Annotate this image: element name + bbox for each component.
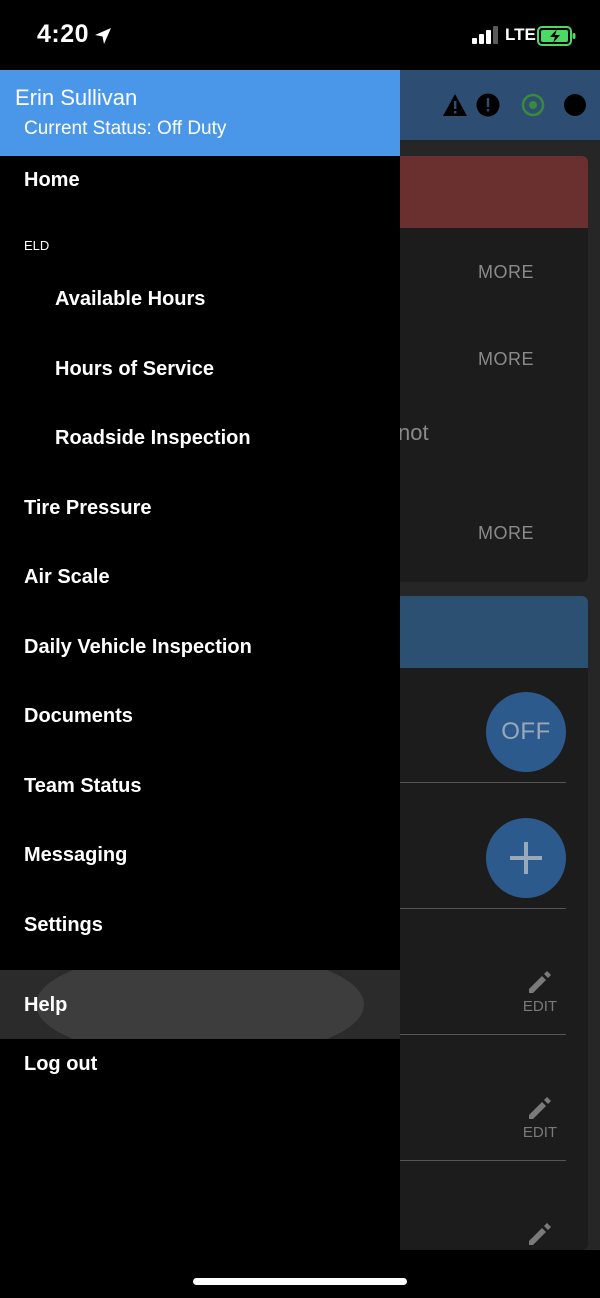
more-link[interactable]: MORE xyxy=(478,523,534,544)
menu-item-label: Messaging xyxy=(24,843,128,866)
pencil-icon xyxy=(529,971,551,993)
menu-item-roadside-inspection[interactable]: Roadside Inspection xyxy=(0,403,400,472)
menu-item-label: Settings xyxy=(24,913,103,936)
menu-item-label: Home xyxy=(24,168,80,191)
background-card-red-header xyxy=(390,156,588,228)
menu-item-available-hours[interactable]: Available Hours xyxy=(0,264,400,333)
menu-item-daily-vehicle-inspection[interactable]: Daily Vehicle Inspection xyxy=(0,612,400,681)
menu-item-label: Team Status xyxy=(24,774,142,797)
cellular-signal-icon xyxy=(472,26,498,44)
background-card-blue-header xyxy=(390,596,588,668)
menu-item-air-scale[interactable]: Air Scale xyxy=(0,542,400,611)
menu-item-label: Help xyxy=(24,993,68,1016)
user-name: Erin Sullivan xyxy=(15,85,138,110)
divider xyxy=(400,1160,566,1161)
menu-item-messaging[interactable]: Messaging xyxy=(0,820,400,889)
menu-item-label: Documents xyxy=(24,704,133,727)
pencil-icon xyxy=(529,1097,551,1119)
gps-icon[interactable] xyxy=(520,92,546,118)
duty-status-label: OFF xyxy=(501,718,551,745)
divider xyxy=(400,782,566,783)
drawer-header: Erin Sullivan Current Status: Off Duty xyxy=(0,70,400,156)
home-indicator[interactable] xyxy=(193,1278,407,1285)
battery-charging-icon xyxy=(537,26,576,46)
menu-item-hours-of-service[interactable]: Hours of Service xyxy=(0,334,400,403)
divider xyxy=(400,1034,566,1035)
navigation-drawer: Erin Sullivan Current Status: Off Duty H… xyxy=(0,70,400,1250)
divider xyxy=(400,908,566,909)
menu-item-tire-pressure[interactable]: Tire Pressure xyxy=(0,473,400,542)
menu-item-label: Roadside Inspection xyxy=(55,426,251,449)
menu-item-documents[interactable]: Documents xyxy=(0,681,400,750)
status-time: 4:20 xyxy=(37,20,90,48)
edit-label: EDIT xyxy=(522,1124,558,1141)
status-dot-icon[interactable] xyxy=(562,92,588,118)
edit-label: EDIT xyxy=(522,998,558,1015)
section-label-eld: ELD xyxy=(24,238,50,253)
plus-icon xyxy=(510,842,542,874)
warning-icon[interactable] xyxy=(442,92,468,118)
more-link[interactable]: MORE xyxy=(478,262,534,283)
app-screen: 4:20 LTE MORE MORE not MORE OFF EDIT EDI… xyxy=(0,0,600,1298)
menu-item-team-status[interactable]: Team Status xyxy=(0,751,400,820)
background-card-bottom xyxy=(390,596,588,1250)
edit-button[interactable] xyxy=(518,1220,562,1250)
more-link[interactable]: MORE xyxy=(478,349,534,370)
duty-status-button[interactable]: OFF xyxy=(486,692,566,772)
add-button[interactable] xyxy=(486,818,566,898)
alert-circle-icon[interactable] xyxy=(475,92,501,118)
current-status: Current Status: Off Duty xyxy=(24,118,227,139)
location-arrow-icon xyxy=(95,28,111,44)
edit-button[interactable]: EDIT xyxy=(518,968,562,1015)
pencil-icon xyxy=(529,1223,551,1245)
menu-item-label: Daily Vehicle Inspection xyxy=(24,635,252,658)
menu-item-log-out[interactable]: Log out xyxy=(0,1029,400,1098)
menu-item-label: Tire Pressure xyxy=(24,496,152,519)
edit-button[interactable]: EDIT xyxy=(518,1094,562,1141)
partial-text: not xyxy=(398,420,429,445)
menu-item-label: Log out xyxy=(24,1052,98,1075)
menu-item-label: Hours of Service xyxy=(55,357,214,380)
network-type: LTE xyxy=(505,25,536,44)
menu-item-label: Air Scale xyxy=(24,565,110,588)
menu-item-label: Available Hours xyxy=(55,287,206,310)
status-bar: 4:20 LTE xyxy=(0,0,600,70)
menu-item-settings[interactable]: Settings xyxy=(0,890,400,959)
menu-item-home[interactable]: Home xyxy=(0,145,400,214)
